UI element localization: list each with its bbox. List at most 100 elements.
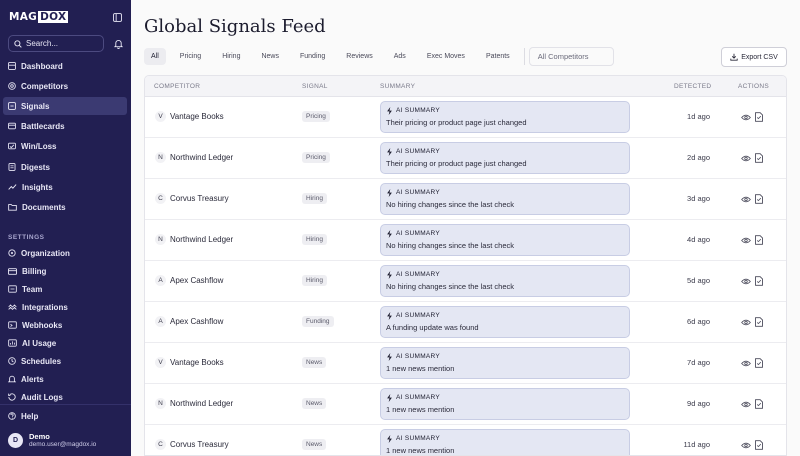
document-icon[interactable] — [754, 111, 764, 122]
document-icon[interactable] — [754, 275, 764, 286]
table-row[interactable]: C Corvus Treasury News AI SUMMARY 1 new news… — [145, 425, 786, 455]
sidebar-item-label: Help — [21, 411, 39, 421]
bell-icon[interactable] — [112, 38, 124, 50]
sidebar-item-organization[interactable]: Organization — [3, 244, 127, 262]
view-icon[interactable] — [740, 317, 751, 327]
column-header-signal[interactable]: SIGNAL — [302, 83, 328, 90]
table-row[interactable]: V Vantage Books News AI SUMMARY 1 new news m… — [145, 343, 786, 384]
detected-time: 11d ago — [683, 440, 710, 449]
view-icon[interactable] — [740, 358, 751, 368]
sidebar-item-label: Dashboard — [21, 61, 63, 71]
sidebar-item-integrations[interactable]: Integrations — [3, 298, 127, 316]
sidebar-item-team[interactable]: Team — [3, 280, 127, 298]
competitor-name[interactable]: Northwind Ledger — [170, 235, 233, 244]
view-icon[interactable] — [740, 440, 751, 450]
detected-time: 6d ago — [687, 317, 710, 326]
view-icon[interactable] — [740, 194, 751, 204]
view-icon[interactable] — [740, 153, 751, 163]
dashboard-icon — [8, 62, 16, 70]
user-email: demo.user@magdox.io — [29, 440, 97, 448]
detected-time: 9d ago — [687, 399, 710, 408]
sidebar-item-digests[interactable]: Digests — [3, 158, 127, 176]
ai-summary-tag: AI SUMMARY — [386, 229, 624, 238]
filter-chip-all[interactable]: All — [144, 48, 166, 65]
filter-chip-reviews[interactable]: Reviews — [339, 48, 379, 65]
digests-icon — [8, 163, 16, 171]
sparkle-icon — [387, 188, 392, 197]
sidebar-item-label: Documents — [22, 202, 66, 212]
ai-summary-text: 1 new news mention — [386, 364, 455, 373]
integrations-icon — [8, 304, 17, 311]
document-icon[interactable] — [754, 357, 764, 368]
sparkle-icon — [387, 106, 392, 115]
sidebar-collapse-icon[interactable] — [112, 12, 122, 22]
sidebar-item-competitors[interactable]: Competitors — [3, 77, 127, 95]
competitor-name[interactable]: Corvus Treasury — [170, 194, 229, 203]
sidebar-item-signals[interactable]: Signals — [3, 97, 127, 115]
filter-chip-funding[interactable]: Funding — [293, 48, 332, 65]
competitor-name[interactable]: Vantage Books — [170, 358, 224, 367]
column-header-detected[interactable]: DETECTED — [674, 83, 711, 90]
signal-badge: Hiring — [302, 234, 327, 245]
sidebar-item-label: Billing — [22, 266, 47, 276]
table-row[interactable]: N Northwind Ledger News AI SUMMARY 1 new new… — [145, 384, 786, 425]
table-row[interactable]: N Northwind Ledger Hiring AI SUMMARY No hiri… — [145, 220, 786, 261]
filter-chip-news[interactable]: News — [254, 48, 286, 65]
sidebar-item-dashboard[interactable]: Dashboard — [3, 57, 127, 75]
document-icon[interactable] — [754, 234, 764, 245]
ai-summary-card: AI SUMMARY No hiring changes since the la… — [380, 183, 630, 215]
view-icon[interactable] — [740, 235, 751, 245]
sparkle-icon — [387, 393, 392, 402]
document-icon[interactable] — [754, 398, 764, 409]
export-csv-button[interactable]: Export CSV — [721, 47, 787, 67]
search-button[interactable]: Search... — [8, 35, 104, 52]
filter-chip-pricing[interactable]: Pricing — [173, 48, 208, 65]
sidebar-item-help[interactable]: Help — [3, 407, 127, 425]
sidebar-item-ai-usage[interactable]: AI Usage — [3, 334, 127, 352]
user-profile[interactable]: D Demo demo.user@magdox.io — [8, 430, 128, 450]
document-icon[interactable] — [754, 193, 764, 204]
table-row[interactable]: N Northwind Ledger Pricing AI SUMMARY Their … — [145, 138, 786, 179]
competitor-select[interactable]: All Competitors — [528, 47, 614, 66]
competitor-name[interactable]: Apex Cashflow — [170, 276, 223, 285]
filter-chip-exec-moves[interactable]: Exec Moves — [420, 48, 472, 65]
signals-icon — [8, 102, 16, 110]
sidebar-item-battlecards[interactable]: Battlecards — [3, 117, 127, 135]
table-row[interactable]: A Apex Cashflow Hiring AI SUMMARY No hiring … — [145, 261, 786, 302]
sidebar-item-winloss[interactable]: Win/Loss — [3, 137, 127, 155]
filter-chip-ads[interactable]: Ads — [387, 48, 413, 65]
ai-summary-tag: AI SUMMARY — [386, 311, 624, 320]
user-name: Demo — [29, 431, 50, 441]
sidebar-item-insights[interactable]: Insights — [3, 178, 127, 196]
column-header-summary[interactable]: SUMMARY — [380, 83, 415, 90]
column-header-actions[interactable]: ACTIONS — [738, 83, 769, 90]
competitor-name[interactable]: Apex Cashflow — [170, 317, 223, 326]
document-icon[interactable] — [754, 316, 764, 327]
competitor-name[interactable]: Northwind Ledger — [170, 153, 233, 162]
table-row[interactable]: A Apex Cashflow Funding AI SUMMARY A funding… — [145, 302, 786, 343]
column-header-competitor[interactable]: COMPETITOR — [154, 83, 200, 90]
competitor-name[interactable]: Vantage Books — [170, 112, 224, 121]
sidebar-item-alerts[interactable]: Alerts — [3, 370, 127, 388]
sparkle-icon — [387, 270, 392, 279]
logo[interactable]: MAG DOX — [9, 11, 69, 23]
signal-badge: News — [302, 439, 327, 450]
avatar: D — [8, 432, 23, 448]
sidebar-item-schedules[interactable]: Schedules — [3, 352, 127, 370]
sidebar-item-documents[interactable]: Documents — [3, 198, 127, 216]
table-row[interactable]: V Vantage Books Pricing AI SUMMARY Their pri… — [145, 97, 786, 138]
document-icon[interactable] — [754, 439, 764, 450]
document-icon[interactable] — [754, 152, 764, 163]
competitor-name[interactable]: Corvus Treasury — [170, 440, 229, 449]
filter-chip-patents[interactable]: Patents — [479, 48, 517, 65]
filter-chip-hiring[interactable]: Hiring — [215, 48, 247, 65]
ai-summary-text: No hiring changes since the last check — [386, 282, 514, 291]
sidebar-item-label: Organization — [21, 248, 70, 258]
table-row[interactable]: C Corvus Treasury Hiring AI SUMMARY No hirin… — [145, 179, 786, 220]
competitor-name[interactable]: Northwind Ledger — [170, 399, 233, 408]
view-icon[interactable] — [740, 399, 751, 409]
view-icon[interactable] — [740, 276, 751, 286]
sidebar-item-billing[interactable]: Billing — [3, 262, 127, 280]
view-icon[interactable] — [740, 112, 751, 122]
sidebar-item-webhooks[interactable]: Webhooks — [3, 316, 127, 334]
